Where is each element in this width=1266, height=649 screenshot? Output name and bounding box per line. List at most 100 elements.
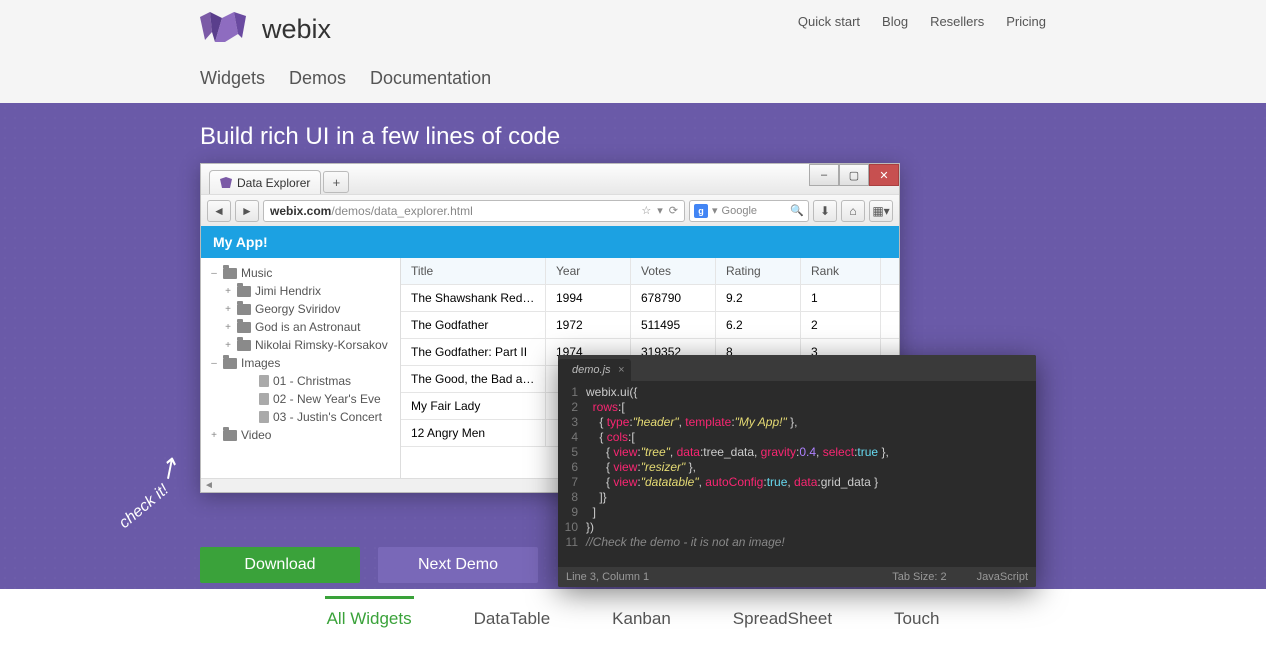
tree-node[interactable]: + Jimi Hendrix: [201, 282, 400, 300]
line-number: 9: [558, 505, 586, 520]
folder-icon: [237, 286, 251, 297]
code-line[interactable]: { view:"datatable", autoConfig:true, dat…: [586, 475, 1036, 490]
address-bar[interactable]: webix.com/demos/data_explorer.html ☆▾⟳: [263, 200, 685, 222]
editor-body[interactable]: 1webix.ui({2 rows:[3 { type:"header", te…: [558, 381, 1036, 554]
column-header[interactable]: Rating: [716, 258, 801, 284]
expand-icon[interactable]: –: [209, 358, 219, 369]
tree-label: 03 - Justin's Concert: [273, 410, 382, 424]
editor-tabs: demo.js×: [558, 355, 1036, 381]
nav-documentation[interactable]: Documentation: [370, 68, 491, 89]
code-line[interactable]: { view:"resizer" },: [586, 460, 1036, 475]
code-line[interactable]: ]: [586, 505, 1036, 520]
code-editor[interactable]: demo.js× 1webix.ui({2 rows:[3 { type:"he…: [558, 355, 1036, 587]
forward-button[interactable]: ►: [235, 200, 259, 222]
expand-icon[interactable]: +: [223, 340, 233, 351]
nav-pricing[interactable]: Pricing: [1006, 14, 1046, 29]
language-mode[interactable]: JavaScript: [977, 571, 1028, 583]
column-header[interactable]: Title: [401, 258, 546, 284]
nav-demos[interactable]: Demos: [289, 68, 346, 89]
column-header[interactable]: Rank: [801, 258, 881, 284]
table-header-row: TitleYearVotesRatingRank: [401, 258, 899, 285]
expand-icon[interactable]: +: [223, 304, 233, 315]
webix-favicon: [220, 177, 232, 189]
new-tab-button[interactable]: +: [323, 171, 349, 193]
expand-icon[interactable]: –: [209, 268, 219, 279]
maximize-button[interactable]: ▢: [839, 164, 869, 186]
line-number: 3: [558, 415, 586, 430]
tree-node[interactable]: +Video: [201, 426, 400, 444]
back-button[interactable]: ◄: [207, 200, 231, 222]
folder-icon: [223, 268, 237, 279]
tab-spreadsheet[interactable]: SpreadSheet: [731, 599, 834, 639]
nav-blog[interactable]: Blog: [882, 14, 908, 29]
code-line[interactable]: ]}: [586, 490, 1036, 505]
line-number: 6: [558, 460, 586, 475]
column-header[interactable]: Year: [546, 258, 631, 284]
code-line[interactable]: }): [586, 520, 1036, 535]
code-line[interactable]: { cols:[: [586, 430, 1036, 445]
code-line[interactable]: //Check the demo - it is not an image!: [586, 535, 1036, 550]
code-line[interactable]: { view:"tree", data:tree_data, gravity:0…: [586, 445, 1036, 460]
column-header[interactable]: Votes: [631, 258, 716, 284]
browser-toolbar: ◄ ► webix.com/demos/data_explorer.html ☆…: [201, 194, 899, 226]
table-cell: 511495: [631, 312, 716, 338]
table-cell: The Godfather: Part II: [401, 339, 546, 365]
tab-datatable[interactable]: DataTable: [472, 599, 553, 639]
tree-node[interactable]: 02 - New Year's Eve: [201, 390, 400, 408]
expand-icon[interactable]: +: [223, 286, 233, 297]
folder-icon: [237, 304, 251, 315]
folder-icon: [237, 322, 251, 333]
logo-text: webix: [262, 14, 331, 45]
expand-icon[interactable]: +: [209, 430, 219, 441]
tree-node[interactable]: +Nikolai Rimsky-Korsakov: [201, 336, 400, 354]
download-icon[interactable]: ⬇: [813, 200, 837, 222]
close-tab-icon[interactable]: ×: [618, 364, 624, 376]
reload-icon[interactable]: ⟳: [669, 204, 678, 217]
tree-node[interactable]: +God is an Astronaut: [201, 318, 400, 336]
line-number: 8: [558, 490, 586, 505]
table-row[interactable]: The Godfather19725114956.22: [401, 312, 899, 339]
minimize-button[interactable]: –: [809, 164, 839, 186]
close-button[interactable]: ✕: [869, 164, 899, 186]
code-line[interactable]: webix.ui({: [586, 385, 1036, 400]
tab-all-widgets[interactable]: All Widgets: [325, 596, 414, 639]
tree-node[interactable]: – Images: [201, 354, 400, 372]
tree-node[interactable]: 01 - Christmas: [201, 372, 400, 390]
tree-label: Jimi Hendrix: [255, 284, 321, 298]
tab-touch[interactable]: Touch: [892, 599, 941, 639]
search-icon[interactable]: 🔍: [790, 204, 804, 217]
tree-node[interactable]: + Georgy Sviridov: [201, 300, 400, 318]
nav-widgets[interactable]: Widgets: [200, 68, 265, 89]
home-icon[interactable]: ⌂: [841, 200, 865, 222]
table-row[interactable]: The Shawshank Redemption19946787909.21: [401, 285, 899, 312]
line-number: 4: [558, 430, 586, 445]
bookmark-icon[interactable]: ☆: [641, 204, 651, 217]
tree-view[interactable]: –Music + Jimi Hendrix + Georgy Sviridov +God …: [201, 258, 401, 478]
tree-label: Georgy Sviridov: [255, 302, 340, 316]
code-line[interactable]: rows:[: [586, 400, 1036, 415]
expand-icon[interactable]: +: [223, 322, 233, 333]
tab-kanban[interactable]: Kanban: [610, 599, 673, 639]
menu-icon[interactable]: ▦▾: [869, 200, 893, 222]
tree-node[interactable]: –Music: [201, 264, 400, 282]
download-button[interactable]: Download: [200, 547, 360, 583]
browser-tab[interactable]: Data Explorer: [209, 170, 321, 194]
line-number: 5: [558, 445, 586, 460]
table-cell: 678790: [631, 285, 716, 311]
file-icon: [259, 411, 269, 423]
tab-size[interactable]: Tab Size: 2: [892, 571, 946, 583]
top-nav: Quick start Blog Resellers Pricing: [798, 14, 1046, 29]
search-box[interactable]: g▾ Google 🔍: [689, 200, 809, 222]
nav-resellers[interactable]: Resellers: [930, 14, 984, 29]
tree-label: Images: [241, 356, 280, 370]
folder-icon: [223, 430, 237, 441]
code-line[interactable]: { type:"header", template:"My App!" },: [586, 415, 1036, 430]
line-number: 11: [558, 535, 586, 550]
table-cell: 1994: [546, 285, 631, 311]
nav-quick-start[interactable]: Quick start: [798, 14, 860, 29]
tree-node[interactable]: 03 - Justin's Concert: [201, 408, 400, 426]
app-header: My App!: [201, 226, 899, 258]
table-cell: 1: [801, 285, 881, 311]
editor-tab[interactable]: demo.js×: [558, 359, 631, 381]
next-demo-button[interactable]: Next Demo: [378, 547, 538, 583]
